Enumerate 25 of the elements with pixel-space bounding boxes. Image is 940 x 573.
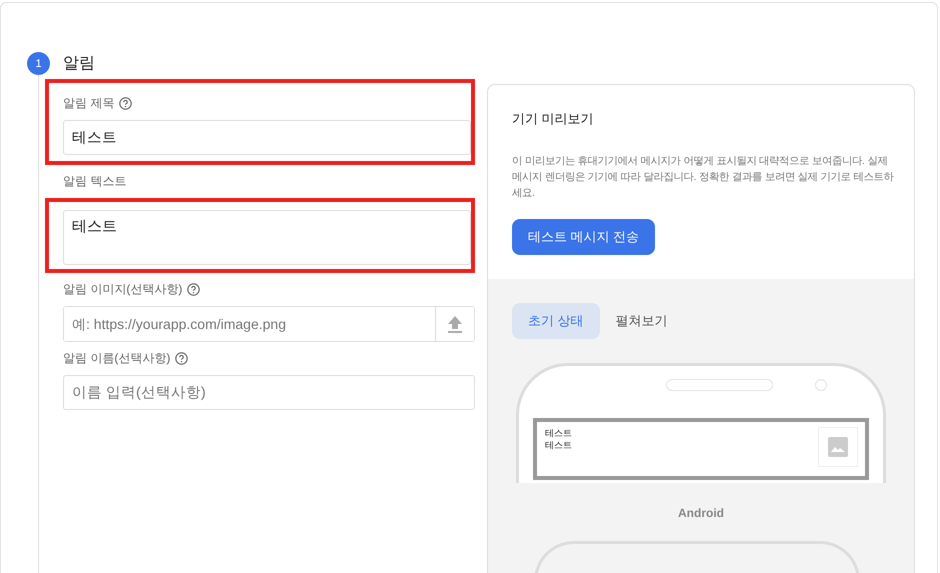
input-field[interactable]: 테스트 — [63, 120, 471, 155]
preview-title: 기기 미리보기 — [511, 110, 595, 128]
image-icon — [828, 437, 848, 457]
input-field[interactable]: 이름 입력(선택사항) — [63, 375, 475, 410]
help-icon[interactable] — [119, 96, 132, 110]
help-icon[interactable] — [175, 352, 188, 364]
field-label: 알림 텍스트 — [63, 172, 126, 190]
notification-title: 테스트 — [545, 427, 572, 439]
camera-icon — [814, 379, 826, 391]
step-number: 1 — [27, 52, 50, 75]
section-title: 알림 — [63, 54, 95, 74]
text-area[interactable]: 테스트 — [63, 210, 471, 265]
field-label: 알림 이름(선택사항) — [63, 350, 170, 366]
speaker-icon — [666, 379, 772, 391]
device-label: Android — [677, 506, 725, 520]
upload-icon — [447, 315, 463, 333]
preview-tab[interactable]: 펼쳐보기 — [600, 303, 684, 339]
preview-tab[interactable]: 초기 상태 — [512, 303, 600, 339]
preview-description: 이 미리보기는 휴대기기에서 메시지가 어떻게 표시될지 대략적으로 보여줍니다. 실제 메시지 렌더링은 기기에 따라 달라집니다. 정확한 결과를 보려면 실제 기기로 테스트하세요. — [511, 155, 895, 201]
send-test-button[interactable]: 테스트 메시지 전송 — [512, 219, 656, 255]
field-label: 알림 제목 — [63, 94, 114, 112]
field-label: 알림 이미지(선택사항) — [63, 280, 182, 298]
image-url-field[interactable]: 예: https://yourapp.com/image.png — [63, 306, 475, 342]
help-icon[interactable] — [187, 282, 200, 296]
notification-body: 테스트 — [545, 439, 572, 451]
